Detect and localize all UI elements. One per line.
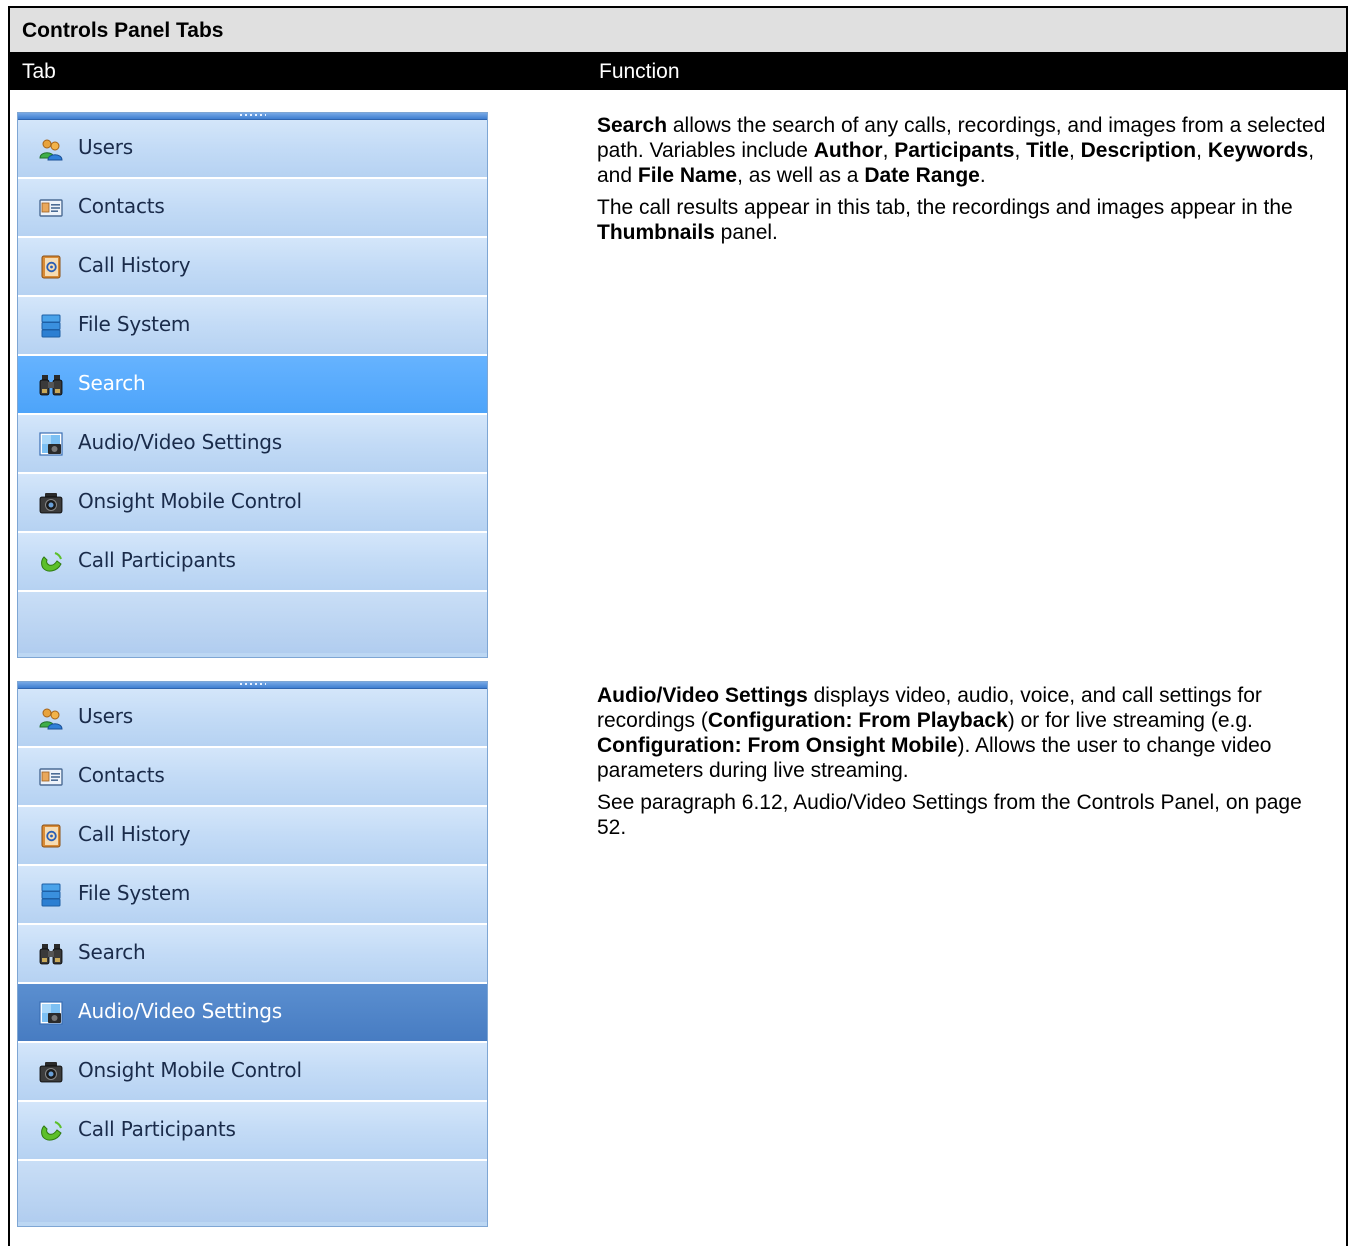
table-header-row: Tab Function	[10, 53, 1346, 90]
tab-users[interactable]: Users	[18, 120, 487, 179]
bold-term: Search	[597, 114, 668, 137]
text-run: panel.	[714, 221, 778, 244]
text-run: ,	[882, 139, 895, 162]
tab-call-participants[interactable]: Call Participants	[18, 533, 487, 592]
text-run: See paragraph 6.12, Audio/Video Settings…	[597, 791, 1302, 839]
tab-file-system[interactable]: File System	[18, 297, 487, 356]
tab-onsight-mobile-control[interactable]: Onsight Mobile Control	[18, 474, 487, 533]
panel-empty-area	[18, 592, 487, 653]
bold-term: Configuration: From Onsight Mobile	[597, 734, 958, 757]
users-icon	[39, 137, 63, 161]
tab-label: Users	[78, 135, 134, 159]
binoculars-icon	[39, 373, 63, 397]
tab-label: Search	[78, 371, 146, 395]
bold-term: File Name	[637, 164, 738, 187]
audio-video-settings-icon	[39, 1001, 63, 1025]
bold-term: Author	[813, 139, 883, 162]
tab-label: Onsight Mobile Control	[78, 1058, 302, 1082]
camera-icon	[39, 1060, 63, 1084]
function-paragraph: Audio/Video Settings displays video, aud…	[597, 683, 1332, 783]
tab-label: File System	[78, 312, 191, 336]
tab-file-system[interactable]: File System	[18, 866, 487, 925]
tab-call-history[interactable]: Call History	[18, 807, 487, 866]
tab-label: Search	[78, 940, 146, 964]
text-run: ) or for live streaming (e.g.	[1007, 709, 1253, 732]
audio-video-settings-icon	[39, 432, 63, 456]
call-history-icon	[39, 255, 63, 279]
tab-label: Audio/Video Settings	[78, 999, 283, 1023]
tab-label: Call History	[78, 822, 191, 846]
bold-term: Keywords	[1207, 139, 1309, 162]
phone-icon	[39, 1119, 63, 1143]
column-header-function: Function	[599, 60, 680, 83]
contacts-icon	[39, 196, 63, 220]
tab-contacts[interactable]: Contacts	[18, 748, 487, 807]
controls-panel-av-active: Users Contacts Call History File System …	[17, 681, 488, 1227]
function-paragraph: The call results appear in this tab, the…	[597, 195, 1332, 245]
function-cell-search: Search allows the search of any calls, r…	[597, 113, 1332, 252]
bold-term: Date Range	[864, 164, 980, 187]
users-icon	[39, 706, 63, 730]
text-run: ,	[1196, 139, 1208, 162]
file-system-icon	[39, 883, 63, 907]
tab-audio-video-settings[interactable]: Audio/Video Settings	[18, 415, 487, 474]
phone-icon	[39, 550, 63, 574]
panel-resize-grip[interactable]	[18, 113, 487, 120]
tab-search[interactable]: Search	[18, 356, 487, 415]
tab-call-participants[interactable]: Call Participants	[18, 1102, 487, 1161]
text-run: , as well as a	[737, 164, 865, 187]
function-paragraph: Search allows the search of any calls, r…	[597, 113, 1332, 188]
controls-panel-search-active: Users Contacts Call History File System …	[17, 112, 488, 658]
tab-call-history[interactable]: Call History	[18, 238, 487, 297]
function-paragraph: See paragraph 6.12, Audio/Video Settings…	[597, 790, 1332, 840]
tab-users[interactable]: Users	[18, 689, 487, 748]
bold-term: Audio/Video Settings	[597, 684, 808, 707]
function-cell-audio-video: Audio/Video Settings displays video, aud…	[597, 683, 1332, 847]
text-run: ,	[1068, 139, 1081, 162]
tab-label: Call Participants	[78, 548, 236, 572]
column-header-tab: Tab	[22, 60, 56, 83]
text-run: The call results appear in this tab, the…	[597, 196, 1293, 219]
tab-onsight-mobile-control[interactable]: Onsight Mobile Control	[18, 1043, 487, 1102]
tab-label: Contacts	[78, 194, 165, 218]
tab-audio-video-settings[interactable]: Audio/Video Settings	[18, 984, 487, 1043]
panel-empty-area	[18, 1161, 487, 1222]
file-system-icon	[39, 314, 63, 338]
table-title: Controls Panel Tabs	[10, 8, 1346, 53]
bold-term: Title	[1026, 139, 1069, 162]
tab-label: Contacts	[78, 763, 165, 787]
bold-term: Thumbnails	[597, 221, 715, 244]
contacts-icon	[39, 765, 63, 789]
tab-contacts[interactable]: Contacts	[18, 179, 487, 238]
tab-label: File System	[78, 881, 191, 905]
binoculars-icon	[39, 942, 63, 966]
tab-label: Onsight Mobile Control	[78, 489, 302, 513]
tab-label: Call Participants	[78, 1117, 236, 1141]
panel-resize-grip[interactable]	[18, 682, 487, 689]
bold-term: Participants	[894, 139, 1015, 162]
tab-label: Call History	[78, 253, 191, 277]
bold-term: Configuration: From Playback	[707, 709, 1008, 732]
bold-term: Description	[1080, 139, 1197, 162]
text-run: ,	[1014, 139, 1027, 162]
text-run: .	[979, 164, 986, 187]
call-history-icon	[39, 824, 63, 848]
tab-label: Users	[78, 704, 134, 728]
tab-label: Audio/Video Settings	[78, 430, 283, 454]
tab-search[interactable]: Search	[18, 925, 487, 984]
camera-icon	[39, 491, 63, 515]
